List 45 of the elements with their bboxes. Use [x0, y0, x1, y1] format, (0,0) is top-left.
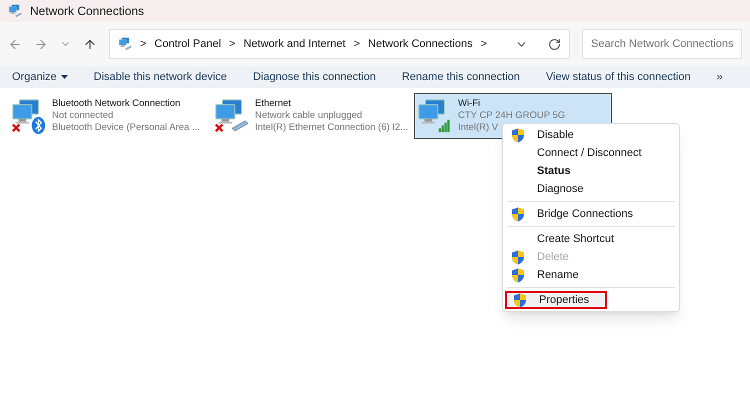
ethernet-adapter-icon — [118, 37, 132, 51]
shield-icon — [511, 268, 525, 282]
connection-name: Ethernet — [255, 98, 292, 110]
command-button[interactable]: Rename this connection — [402, 68, 520, 86]
window-title: Network Connections — [30, 3, 144, 20]
connection-item[interactable]: Ethernet Network cable unplugged Intel(R) Ethernet Connection (6) I2... — [211, 93, 409, 139]
shield-icon — [513, 292, 527, 308]
device-name: Intel(R) Ethernet Connection (6) I2... — [255, 122, 408, 134]
breadcrumb-item[interactable]: Network Connections — [368, 36, 473, 52]
breadcrumb-separator: > — [480, 36, 488, 52]
connection-status: Network cable unplugged — [255, 110, 364, 122]
search-field[interactable]: Search Network Connections — [582, 29, 742, 59]
menu-item[interactable]: Properties — [505, 291, 607, 309]
more-button[interactable]: » — [716, 68, 723, 86]
command-button[interactable]: View status of this connection — [546, 68, 691, 86]
breadcrumb-separator: > — [140, 36, 146, 52]
connection-name: Bluetooth Network Connection — [52, 98, 182, 110]
breadcrumb-item[interactable]: Control Panel — [154, 36, 222, 52]
connection-item[interactable]: Bluetooth Network Connection Not connected Bluetooth Device (Personal Area ... — [8, 93, 206, 139]
shield-icon — [511, 250, 525, 264]
menu-item[interactable]: Rename — [505, 266, 677, 284]
menu-item[interactable]: Diagnose — [505, 180, 677, 198]
address-bar[interactable]: > Control Panel > Network and Internet > Network Connections > — [108, 29, 570, 59]
breadcrumb-separator: > — [354, 36, 360, 52]
breadcrumb-separator: > — [229, 36, 236, 52]
refresh-icon[interactable] — [548, 38, 562, 50]
menu-item[interactable]: Bridge Connections — [505, 205, 677, 223]
menu-item[interactable]: Create Shortcut — [505, 230, 677, 248]
shield-icon — [511, 206, 525, 222]
command-button[interactable]: Diagnose this connection — [252, 68, 376, 86]
bluetooth-adapter-icon — [10, 98, 46, 134]
menu-item[interactable]: Connect / Disconnect — [505, 144, 677, 162]
shield-icon — [511, 128, 525, 142]
connection-status: Not connected — [52, 110, 114, 122]
command-button[interactable]: Disable this network device — [94, 68, 227, 86]
device-name: Bluetooth Device (Personal Area ... — [52, 122, 200, 134]
ethernet-adapter-icon — [213, 98, 249, 134]
breadcrumb-item[interactable]: Network and Internet — [243, 36, 346, 52]
command-button[interactable]: Organize — [12, 68, 68, 86]
connection-name: Wi-Fi — [458, 98, 482, 110]
wifi-adapter-icon — [416, 98, 452, 134]
connection-status: CTY CP 24H GROUP 5G — [458, 110, 566, 122]
menu-item[interactable]: Status — [505, 162, 677, 180]
ethernet-adapter-icon — [8, 4, 22, 18]
device-name: Intel(R) V — [458, 122, 500, 134]
